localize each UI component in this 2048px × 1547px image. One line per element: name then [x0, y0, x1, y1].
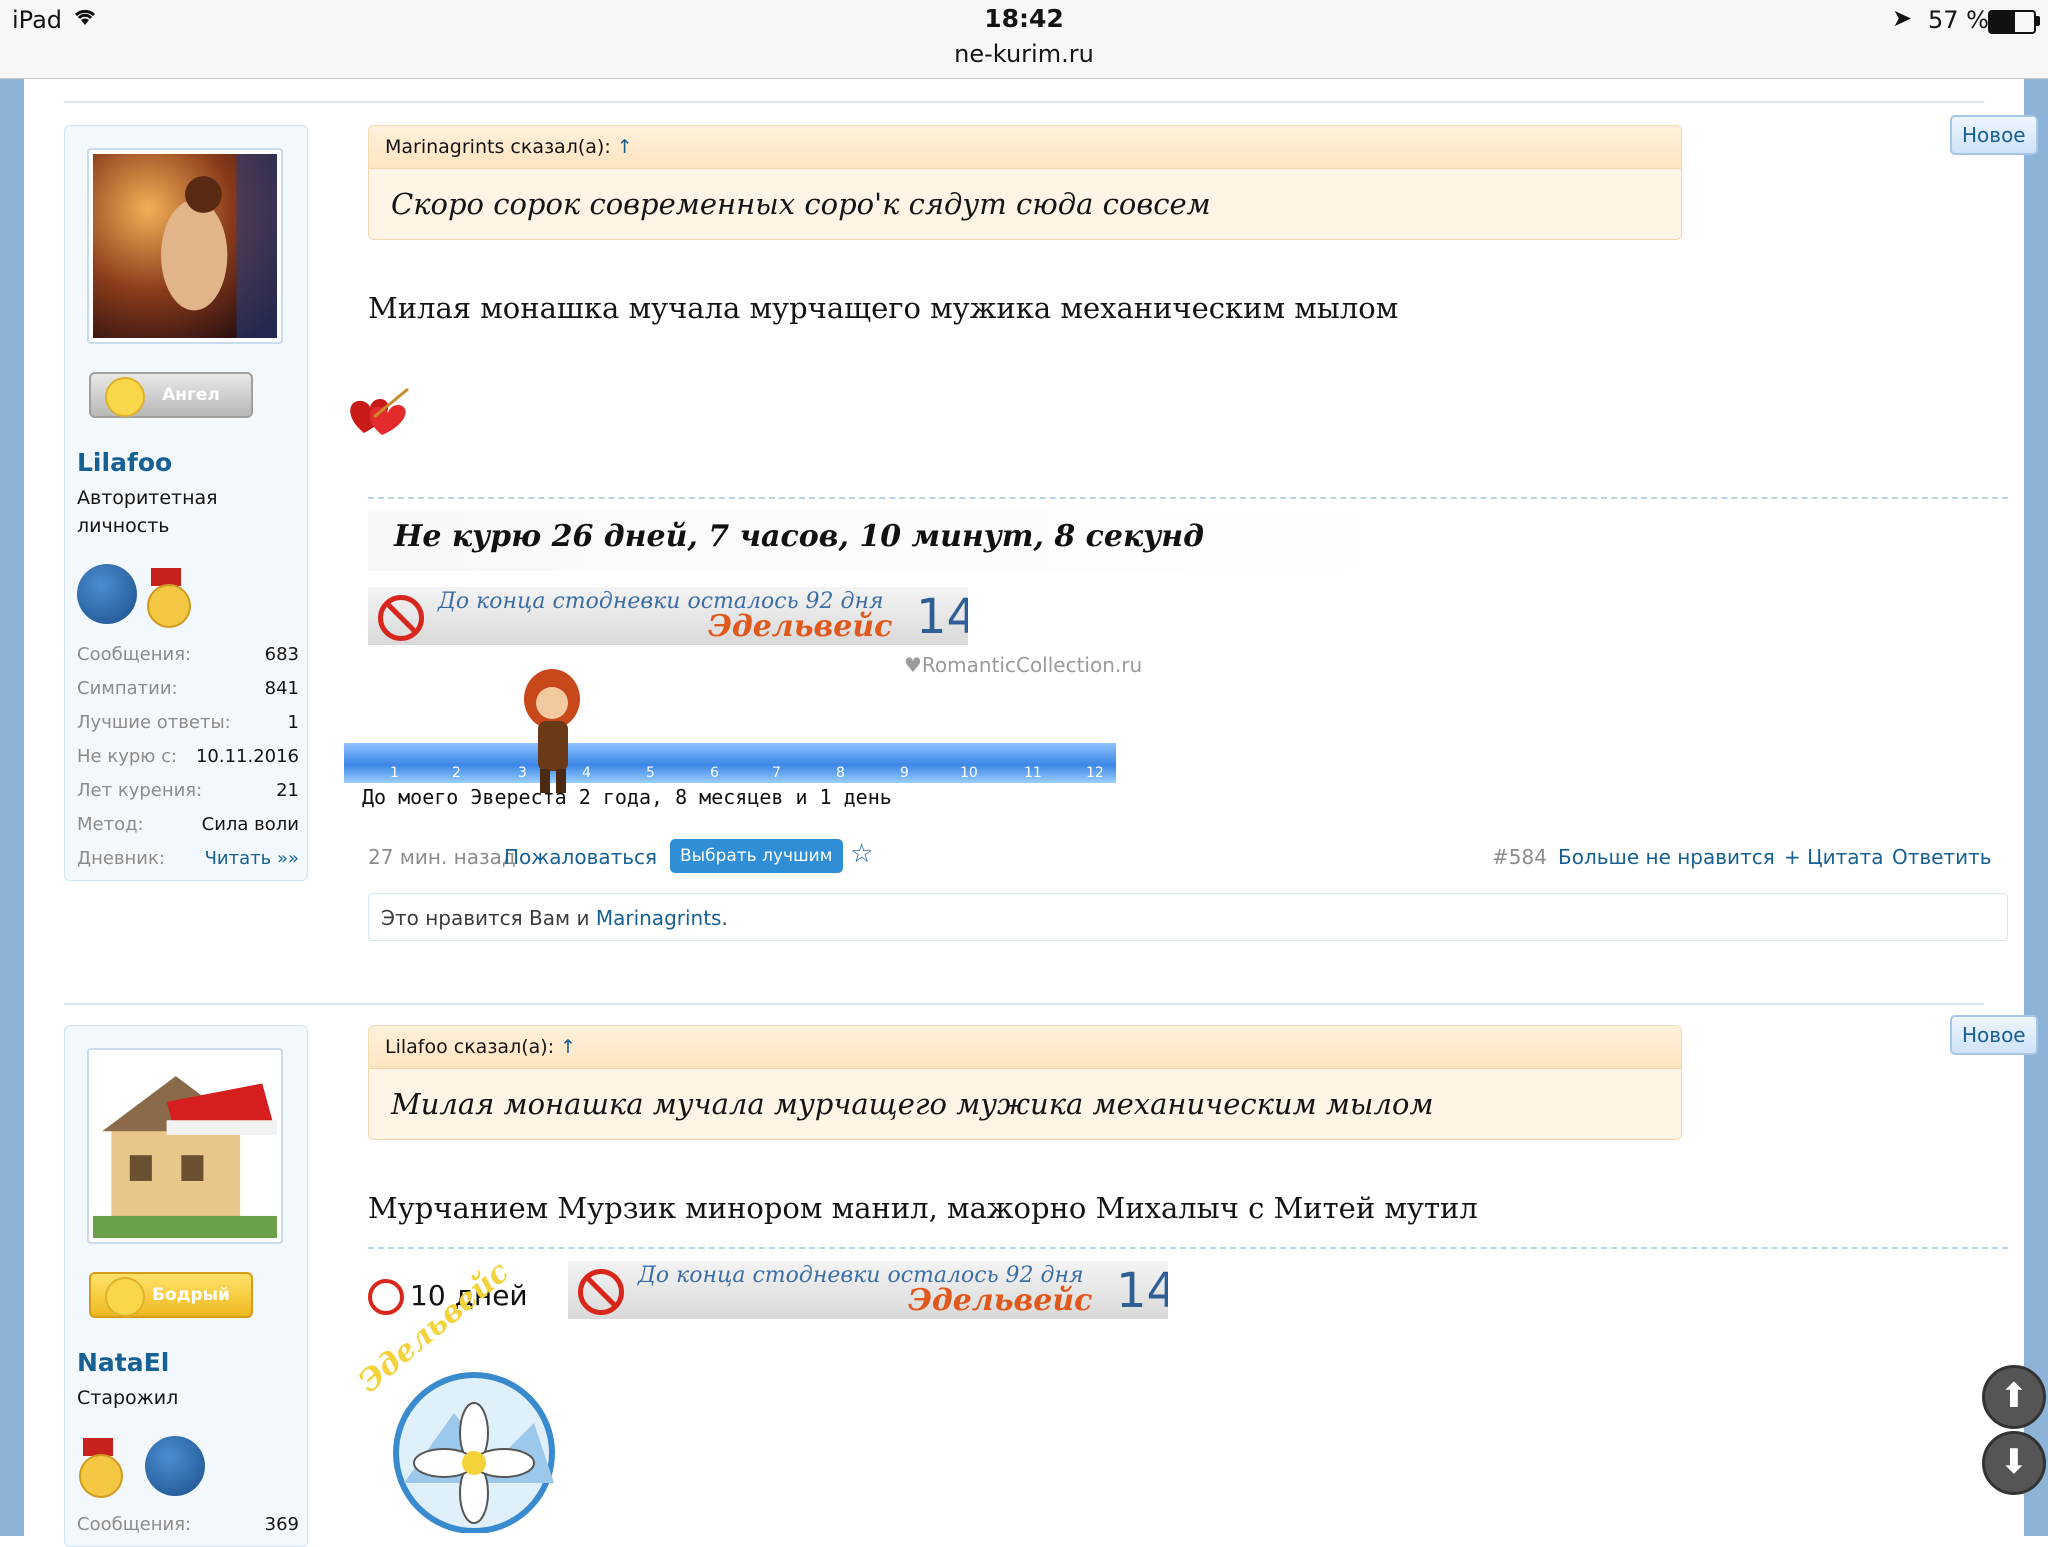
everest-text: До моего Эвереста 2 года, 8 месяцев и 1 … — [362, 785, 892, 809]
user-info-lilafoo: Ангел Lilafoo Авторитетная личность Сооб… — [64, 125, 308, 881]
rank-badge: Бодрый — [89, 1272, 253, 1318]
message-text: Мурчанием Мурзик минором манил, мажорно … — [368, 1191, 1478, 1225]
liker-link[interactable]: Marinagrints — [596, 906, 722, 930]
stat-best-answers: Лучшие ответы: 1 — [77, 712, 299, 733]
quote-author: Marinagrints сказал(а): — [385, 136, 611, 158]
medal-award-icon[interactable] — [79, 1454, 123, 1498]
ios-status-bar: iPad 18:42 ne-kurim.ru ➤ 57 % — [0, 0, 2048, 79]
avatar[interactable] — [87, 1048, 283, 1244]
diary-link[interactable]: Читать »» — [205, 842, 299, 876]
speech-bubble-award-icon[interactable] — [145, 1436, 205, 1496]
choose-best-button[interactable]: Выбрать лучшим — [670, 839, 843, 873]
stat-quit-date: Не курю с: 10.11.2016 — [77, 746, 299, 767]
scroll-down-button[interactable]: ⬇ — [1982, 1431, 2046, 1495]
speech-bubble-award-icon[interactable] — [77, 564, 137, 624]
message-text: Милая монашка мучала мурчащего мужика ме… — [368, 291, 1399, 325]
reply-link[interactable]: Ответить — [1892, 845, 1992, 869]
everest-progress-ruler: 1 2 3 4 5 6 7 8 9 10 11 12 — [344, 743, 1116, 783]
no-smoking-icon — [578, 1269, 624, 1315]
thread-content: Ангел Lilafoo Авторитетная личность Сооб… — [24, 79, 2046, 1547]
stat-diary: Дневник: Читать »» — [77, 842, 299, 876]
stat-messages: Сообщения: 369 — [77, 1514, 299, 1535]
signature-divider — [368, 497, 2008, 499]
new-badge: Новое — [1950, 115, 2038, 155]
battery-icon — [1988, 10, 2036, 34]
stat-messages: Сообщения: 683 — [77, 644, 299, 665]
quote-jump-arrow[interactable]: ↑ — [560, 1036, 576, 1058]
report-link[interactable]: Пожаловаться — [504, 845, 657, 869]
stat-smoking-years: Лет курения: 21 — [77, 780, 299, 801]
unlike-link[interactable]: Больше не нравится — [1558, 845, 1775, 869]
medal-award-icon[interactable] — [147, 584, 191, 628]
user-info-natael: Бодрый NataEl Старожил Сообщения: 369 — [64, 1025, 308, 1547]
romantic-collection-label: ♥RomanticCollection.ru — [904, 653, 1143, 677]
quote-link[interactable]: + Цитата — [1784, 845, 1883, 869]
page-left-border — [0, 79, 24, 1536]
user-title: Старожил — [77, 1387, 179, 1409]
username[interactable]: NataEl — [77, 1348, 169, 1377]
user-title: Авторитетная личность — [77, 487, 218, 537]
location-icon: ➤ — [1892, 4, 1913, 32]
climber-girl-icon — [524, 669, 580, 793]
clock: 18:42 — [984, 4, 1064, 33]
post-time[interactable]: 27 мин. назад — [368, 845, 516, 869]
page-right-border — [2024, 79, 2048, 1536]
no-smoking-icon — [378, 595, 424, 641]
address-bar[interactable]: ne-kurim.ru — [0, 40, 2048, 68]
username[interactable]: Lilafoo — [77, 448, 172, 477]
likes-summary: Это нравится Вам и Marinagrints. — [368, 893, 2008, 941]
star-icon[interactable]: ☆ — [850, 839, 873, 869]
quote-block: Lilafoo сказал(а): ↑ Милая монашка мучал… — [368, 1025, 1682, 1140]
signature-divider — [368, 1247, 2008, 1249]
stat-method: Метод: Сила воли — [77, 814, 299, 835]
rank-badge: Ангел — [89, 372, 253, 418]
no-smoking-timer-banner: Не курю 26 дней, 7 часов, 10 минут, 8 се… — [368, 511, 1408, 571]
quote-block: Marinagrints сказал(а): ↑ Скоро сорок со… — [368, 125, 1682, 240]
no-smoking-icon — [368, 1279, 404, 1315]
quote-text: Милая монашка мучала мурчащего мужика ме… — [391, 1087, 1434, 1121]
countdown-banner: До конца стодневки осталось 92 дня Эдель… — [368, 587, 968, 645]
stat-likes: Симпатии: 841 — [77, 678, 299, 699]
battery-percent: 57 % — [1928, 6, 1989, 34]
scroll-up-button[interactable]: ⬆ — [1982, 1365, 2046, 1429]
quote-jump-arrow[interactable]: ↑ — [617, 136, 633, 158]
avatar[interactable] — [87, 148, 283, 344]
quote-text: Скоро сорок современных соро'к сядут сюд… — [391, 187, 1211, 221]
quote-author: Lilafoo сказал(а): — [385, 1036, 555, 1058]
quote-header: Marinagrints сказал(а): ↑ — [369, 126, 1681, 169]
edelweiss-logo: Эдельвейс — [344, 1254, 564, 1534]
post-number[interactable]: #584 — [1492, 845, 1547, 869]
new-badge: Новое — [1950, 1015, 2038, 1055]
countdown-banner: До конца стодневки осталось 92 дня Эдель… — [568, 1261, 1168, 1319]
hearts-icon — [344, 383, 416, 443]
quote-header: Lilafoo сказал(а): ↑ — [369, 1026, 1681, 1069]
